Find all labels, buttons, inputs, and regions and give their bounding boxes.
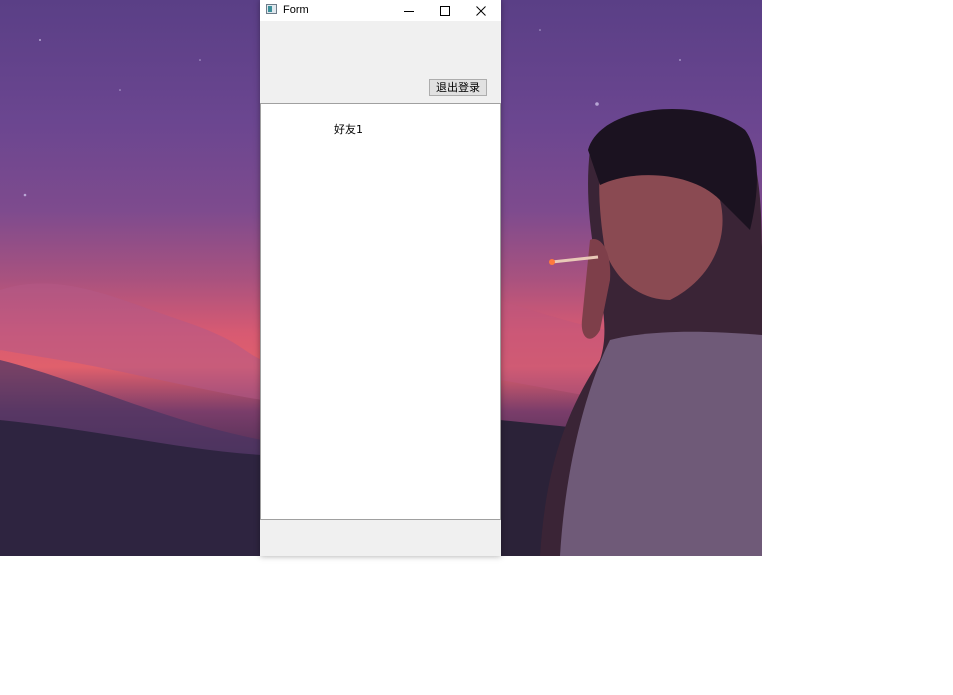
maximize-button[interactable] [427, 0, 463, 21]
form-app-icon [266, 4, 277, 14]
friend-list-item[interactable]: 好友1 [334, 123, 363, 136]
minimize-button[interactable] [391, 0, 427, 21]
window-title: Form [283, 4, 309, 16]
close-icon [476, 5, 486, 16]
close-button[interactable] [463, 0, 499, 21]
form-window: Form 退出登录 好友1 [260, 0, 501, 556]
maximize-icon [440, 5, 450, 16]
friend-list[interactable]: 好友1 [260, 103, 501, 520]
logout-button[interactable]: 退出登录 [429, 79, 487, 96]
title-bar[interactable]: Form [260, 0, 501, 21]
minimize-icon [404, 10, 414, 12]
